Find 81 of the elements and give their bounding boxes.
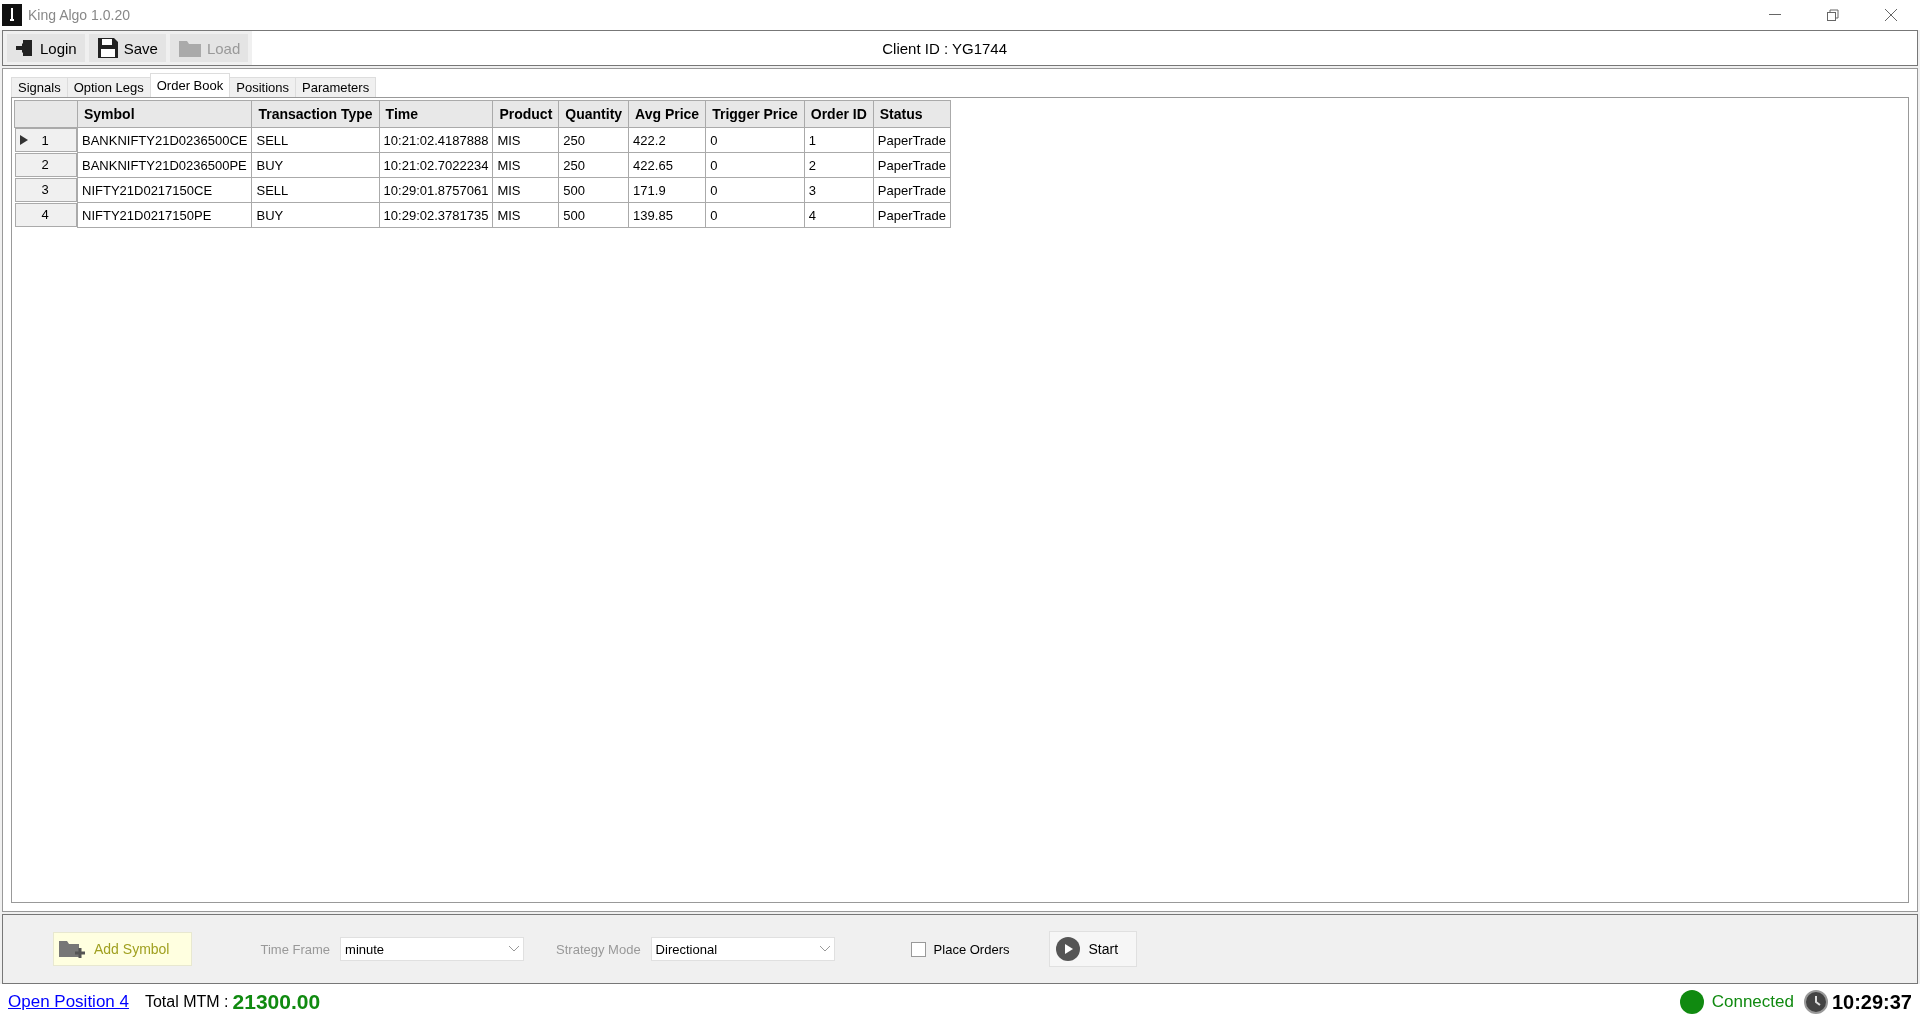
tab[interactable]: Parameters	[295, 77, 377, 97]
place-orders-label: Place Orders	[933, 941, 1010, 957]
strategy-mode-dropdown[interactable]: Directional	[650, 937, 835, 961]
table-cell: 10:21:02.4187888	[379, 127, 493, 153]
time-frame-label: Time Frame	[260, 941, 331, 957]
table-cell: PaperTrade	[873, 152, 951, 178]
folder-icon	[177, 38, 202, 58]
table-cell: BANKNIFTY21D0236500CE	[77, 127, 252, 153]
table-cell: 10:29:02.3781735	[379, 202, 493, 228]
corner-header	[14, 100, 78, 128]
table-cell: MIS	[492, 177, 559, 203]
client-id-label: Client ID : YG1744	[881, 39, 1009, 57]
total-mtm-label: Total MTM :	[144, 993, 229, 1011]
table-cell: 0	[705, 202, 805, 228]
save-button[interactable]: Save	[88, 34, 166, 62]
time-frame-dropdown[interactable]: minute	[340, 937, 525, 961]
table-cell: 500	[558, 177, 629, 203]
table-cell: NIFTY21D0217150PE	[77, 202, 252, 228]
window-title: King Algo 1.0.20	[28, 7, 131, 23]
table-cell: 10:29:01.8757061	[379, 177, 493, 203]
column-header[interactable]: Time	[379, 100, 493, 128]
column-header[interactable]: Quantity	[558, 100, 629, 128]
column-header[interactable]: Status	[873, 100, 951, 128]
table-cell: 10:21:02.7022234	[379, 152, 493, 178]
strategy-mode-label: Strategy Mode	[556, 941, 641, 957]
table-cell: 500	[558, 202, 629, 228]
table-cell: 171.9	[628, 177, 706, 203]
table-cell: SELL	[252, 127, 380, 153]
row-header[interactable]: 3	[14, 177, 77, 202]
table-cell: 139.85	[628, 202, 706, 228]
play-icon	[1056, 937, 1081, 961]
clock-icon	[1803, 990, 1828, 1014]
row-header[interactable]: 4	[14, 202, 77, 227]
table-cell: 1	[804, 127, 874, 153]
row-header[interactable]: 2	[14, 152, 77, 177]
table-cell: 0	[705, 177, 805, 203]
column-header[interactable]: Avg Price	[628, 100, 706, 128]
table-cell: 422.65	[628, 152, 706, 178]
column-header[interactable]: Transaction Type	[252, 100, 380, 128]
table-cell: 250	[558, 152, 629, 178]
clock-time: 10:29:37	[1831, 990, 1912, 1014]
table-cell: PaperTrade	[873, 127, 951, 153]
column-header[interactable]: Order ID	[804, 100, 874, 128]
folder-plus-icon	[58, 938, 88, 960]
row-pointer-icon	[19, 135, 28, 145]
table-cell: 4	[804, 202, 874, 228]
chevron-down-icon	[509, 946, 520, 952]
table-cell: MIS	[492, 127, 559, 153]
table-cell: 0	[705, 127, 805, 153]
table-cell: MIS	[492, 202, 559, 228]
table-cell: 250	[558, 127, 629, 153]
table-cell: 2	[804, 152, 874, 178]
chevron-down-icon	[819, 946, 830, 952]
table-cell: BUY	[252, 202, 380, 228]
column-header[interactable]: Symbol	[77, 100, 252, 128]
door-arrow-icon	[15, 38, 35, 58]
tab[interactable]: Signals	[11, 77, 68, 97]
column-header[interactable]: Trigger Price	[705, 100, 805, 128]
restore-icon	[1827, 9, 1839, 21]
tab[interactable]: Option Legs	[66, 77, 151, 97]
row-header[interactable]: 1	[14, 128, 77, 152]
tab[interactable]: Positions	[229, 77, 296, 97]
close-icon	[1885, 9, 1897, 21]
login-button[interactable]: Login	[7, 34, 85, 62]
minimize-icon	[1769, 14, 1781, 16]
table-cell: SELL	[252, 177, 380, 203]
table-cell: MIS	[492, 152, 559, 178]
total-mtm-value: 21300.00	[232, 990, 322, 1014]
table-cell: PaperTrade	[873, 177, 951, 203]
table-cell: 422.2	[628, 127, 706, 153]
table-cell: BANKNIFTY21D0236500PE	[77, 152, 252, 178]
column-header[interactable]: Product	[492, 100, 559, 128]
table-cell: BUY	[252, 152, 380, 178]
table-cell: NIFTY21D0217150CE	[77, 177, 252, 203]
open-position-link[interactable]: Open Position 4	[8, 992, 129, 1012]
table-cell: PaperTrade	[873, 202, 951, 228]
table-cell: 0	[705, 152, 805, 178]
place-orders-checkbox[interactable]	[910, 941, 926, 957]
connection-status-label: Connected	[1711, 992, 1794, 1012]
table-cell: 3	[804, 177, 874, 203]
start-button[interactable]: Start	[1049, 931, 1138, 967]
